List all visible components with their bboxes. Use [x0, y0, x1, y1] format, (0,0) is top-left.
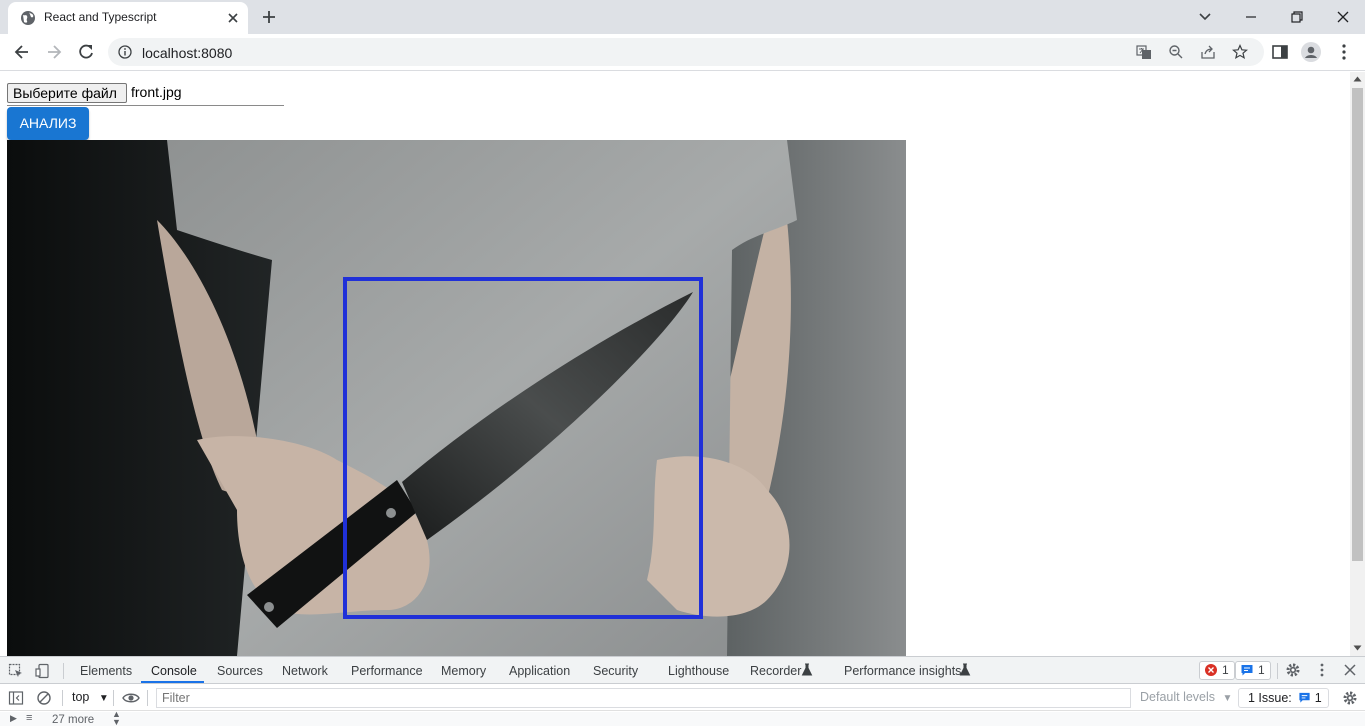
- reload-icon[interactable]: [76, 42, 96, 62]
- tab-performance[interactable]: Performance: [351, 664, 423, 678]
- more-messages-text: 27 more: [52, 714, 95, 726]
- more-options-icon[interactable]: [1314, 662, 1330, 678]
- browser-tab-strip: React and Typescript: [0, 0, 1365, 34]
- browser-tab[interactable]: React and Typescript: [8, 2, 248, 34]
- live-expression-eye-icon[interactable]: [122, 690, 140, 706]
- site-info-icon[interactable]: [118, 45, 132, 59]
- console-more-row[interactable]: ▶ ≡ 27 more ▲ ▼: [0, 710, 1365, 727]
- devtools-separator: [113, 690, 114, 706]
- devtools-separator: [147, 690, 148, 706]
- flask-icon: [801, 663, 813, 676]
- profile-avatar-icon[interactable]: [1301, 42, 1321, 62]
- resize-arrows-icon[interactable]: ▲ ▼: [112, 710, 121, 727]
- tab-recorder[interactable]: Recorder: [750, 664, 801, 678]
- tab-network[interactable]: Network: [282, 664, 328, 678]
- log-levels-label: Default levels: [1140, 690, 1216, 704]
- dropdown-arrow-icon: ▼: [98, 693, 109, 704]
- minimize-icon[interactable]: [1240, 6, 1262, 28]
- devtools-panel: Elements Console Sources Network Perform…: [0, 656, 1365, 727]
- issues-button[interactable]: 1 Issue: 1: [1238, 688, 1329, 708]
- close-tab-icon[interactable]: [224, 9, 242, 27]
- page-scrollbar[interactable]: [1350, 72, 1365, 656]
- clear-console-icon[interactable]: [36, 690, 52, 706]
- side-panel-icon[interactable]: [1270, 42, 1290, 62]
- devtools-separator: [1277, 663, 1278, 679]
- log-levels-dropdown[interactable]: Default levels ▼: [1140, 690, 1232, 704]
- inspect-element-icon[interactable]: [8, 663, 24, 679]
- tab-console[interactable]: Console: [151, 664, 197, 678]
- console-settings-gear-icon[interactable]: [1342, 690, 1358, 706]
- scroll-down-arrow-icon[interactable]: [1353, 644, 1362, 652]
- url-text: localhost:8080: [142, 45, 233, 61]
- active-tab-indicator: [141, 681, 204, 683]
- browser-toolbar: localhost:8080: [0, 34, 1365, 71]
- list-icon: ≡: [26, 712, 33, 724]
- forward-arrow-icon[interactable]: [44, 42, 64, 62]
- message-icon: [1299, 692, 1310, 703]
- new-tab-icon[interactable]: [260, 8, 278, 26]
- context-value: top: [72, 690, 90, 704]
- devtools-separator: [63, 663, 64, 679]
- close-window-icon[interactable]: [1332, 6, 1354, 28]
- message-icon: [1241, 665, 1253, 676]
- issues-label: 1 Issue:: [1248, 691, 1292, 705]
- scrollbar-thumb[interactable]: [1352, 88, 1363, 561]
- expand-triangle-icon: ▶: [10, 713, 17, 723]
- tab-performance-insights[interactable]: Performance insights: [844, 664, 961, 678]
- tab-lighthouse[interactable]: Lighthouse: [668, 664, 729, 678]
- analyzed-photo: [7, 140, 906, 656]
- message-count-badge[interactable]: 1: [1235, 661, 1271, 680]
- choose-file-button[interactable]: Выберите файл: [7, 83, 127, 103]
- file-input-underline: [7, 105, 284, 106]
- detection-bounding-box: [343, 277, 703, 619]
- share-icon[interactable]: [1200, 44, 1216, 60]
- flask-icon: [959, 663, 971, 676]
- console-toolbar: top ▼ Default levels ▼ 1 Issue: 1: [0, 685, 1365, 711]
- tab-elements[interactable]: Elements: [80, 664, 132, 678]
- error-count-badge[interactable]: 1: [1199, 661, 1235, 680]
- devtools-tab-bar: Elements Console Sources Network Perform…: [0, 657, 1365, 684]
- restore-icon[interactable]: [1286, 6, 1308, 28]
- error-count: 1: [1222, 663, 1229, 677]
- tab-memory[interactable]: Memory: [441, 664, 486, 678]
- bookmark-star-icon[interactable]: [1232, 44, 1248, 60]
- tab-title: React and Typescript: [44, 10, 157, 24]
- address-bar[interactable]: localhost:8080: [108, 38, 1264, 66]
- translate-icon[interactable]: [1136, 44, 1152, 60]
- devtools-separator: [62, 690, 63, 706]
- tab-search-chevron-icon[interactable]: [1194, 6, 1216, 28]
- globe-icon: [21, 11, 35, 25]
- issues-count: 1: [1314, 691, 1322, 705]
- dropdown-arrow-icon: ▼: [1222, 693, 1233, 704]
- zoom-icon[interactable]: [1168, 44, 1184, 60]
- analyze-button[interactable]: АНАЛИЗ: [7, 107, 89, 140]
- close-devtools-icon[interactable]: [1342, 662, 1358, 678]
- selected-file-name: front.jpg: [131, 84, 182, 100]
- settings-gear-icon[interactable]: [1285, 662, 1301, 678]
- sidebar-toggle-icon[interactable]: [8, 690, 24, 706]
- tab-application[interactable]: Application: [509, 664, 570, 678]
- message-count: 1: [1258, 663, 1265, 677]
- context-selector[interactable]: top ▼: [72, 690, 109, 704]
- page-viewport: Выберите файл front.jpg АНАЛИЗ: [0, 72, 1350, 656]
- device-toolbar-icon[interactable]: [35, 663, 51, 679]
- tab-security[interactable]: Security: [593, 664, 638, 678]
- tab-sources[interactable]: Sources: [217, 664, 263, 678]
- console-filter-input[interactable]: [156, 688, 1131, 708]
- scroll-up-arrow-icon[interactable]: [1353, 75, 1362, 83]
- back-arrow-icon[interactable]: [12, 42, 32, 62]
- kebab-menu-icon[interactable]: [1334, 42, 1354, 62]
- error-icon: [1205, 664, 1217, 676]
